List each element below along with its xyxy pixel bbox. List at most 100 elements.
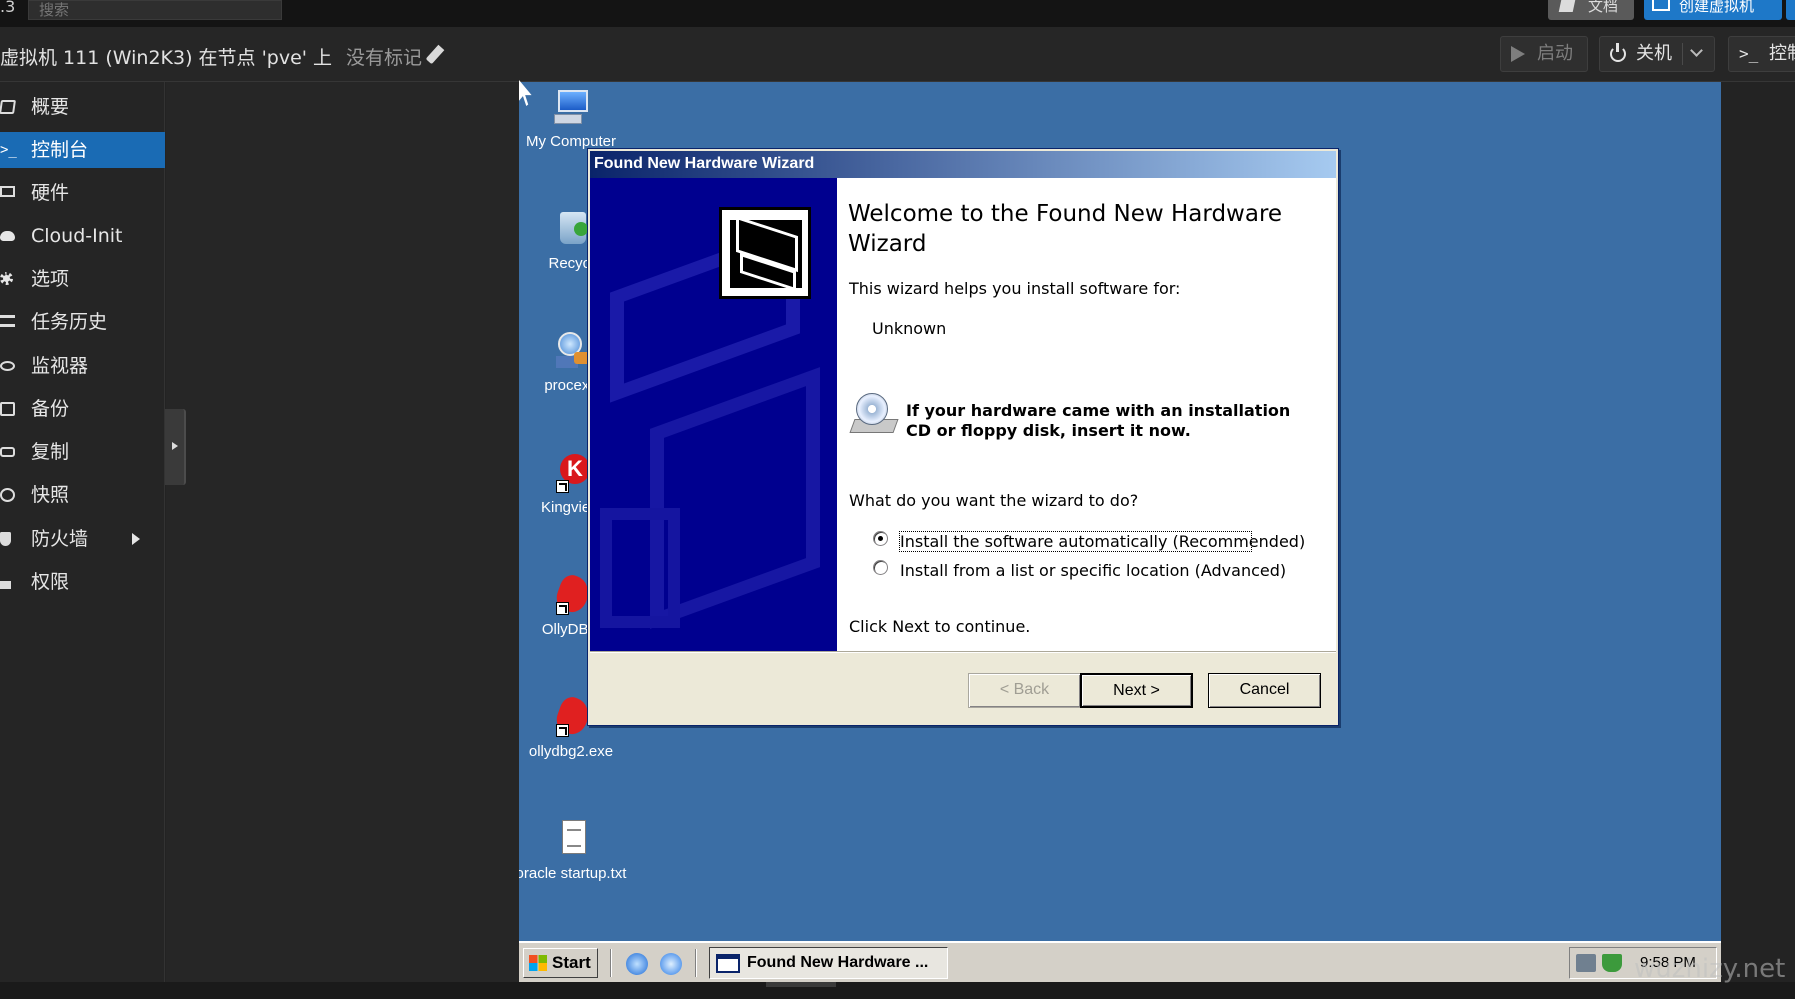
sidebar-item-backup[interactable]: 备份 [0, 391, 165, 427]
sidebar-item-hardware[interactable]: 硬件 [0, 175, 165, 211]
desktop-icon-label: oracle startup.txt [519, 865, 627, 882]
resize-handle[interactable] [766, 982, 836, 987]
start-button[interactable]: Start [523, 948, 598, 978]
sidebar-item-label: 权限 [31, 571, 70, 593]
back-button[interactable]: < Back [968, 673, 1081, 708]
sidebar-item-label: 备份 [31, 398, 70, 420]
vm-toolbar: 虚拟机 111 (Win2K3) 在节点 'pve' 上 没有标记 启动 关机 … [0, 27, 1795, 82]
shortcut-arrow-icon [556, 480, 569, 493]
internet-explorer-icon[interactable] [626, 953, 648, 975]
start-button[interactable]: 启动 [1500, 36, 1588, 72]
kingview-icon: K [550, 452, 592, 494]
sidebar-item-label: 概要 [31, 96, 70, 118]
search-input[interactable] [28, 0, 282, 20]
sidebar-item-label: 控制台 [31, 139, 89, 161]
sidebar-item-permissions[interactable]: 权限 [0, 564, 165, 600]
wizard-title: Found New Hardware Wizard [594, 155, 815, 172]
sidebar-item-cloud-init[interactable]: Cloud-Init [0, 218, 165, 254]
sidebar-collapse-handle[interactable] [165, 409, 186, 485]
console-right-margin [1721, 82, 1795, 982]
list-icon [0, 315, 15, 327]
chevron-right-icon[interactable] [132, 533, 140, 545]
shutdown-separator [1682, 43, 1683, 65]
create-vm-label: 创建虚拟机 [1679, 0, 1755, 15]
computer-icon [550, 86, 592, 128]
proxmox-app: .3 文档 创建虚拟机 虚拟机 111 (Win2K3) 在节点 'pve' 上… [0, 0, 1795, 999]
watermark: wuzhizy.net [1634, 954, 1786, 984]
sidebar-item-label: Cloud-Init [31, 225, 123, 247]
sidebar-item-firewall[interactable]: 防火墙 [0, 521, 165, 557]
shutdown-button[interactable]: 关机 [1599, 36, 1715, 72]
start-label: Start [552, 953, 591, 972]
browser-icon[interactable] [660, 953, 682, 975]
sidebar-item-summary[interactable]: 概要 [0, 89, 165, 125]
ollydbg-icon [550, 693, 594, 739]
sidebar-item-options[interactable]: 选项 [0, 261, 165, 297]
start-label: 启动 [1537, 43, 1573, 64]
desktop-icon [1652, 0, 1670, 11]
cloud-icon [0, 231, 15, 241]
text-file-icon [550, 818, 592, 860]
sidebar-item-replication[interactable]: 复制 [0, 434, 165, 470]
next-button[interactable]: Next > [1080, 673, 1193, 708]
cd-icon [849, 393, 899, 437]
option-install-from-list-label[interactable]: Install from a list or specific location… [900, 561, 1286, 580]
gear-icon [0, 272, 13, 285]
radio-install-automatically[interactable] [873, 531, 888, 546]
sidebar-item-label: 快照 [31, 484, 70, 506]
vm-title: 虚拟机 111 (Win2K3) 在节点 'pve' 上 [0, 47, 333, 69]
console-button[interactable]: >_ 控制 [1728, 36, 1795, 72]
terminal-icon: >_ [1739, 44, 1759, 63]
eye-icon [0, 361, 15, 371]
desktop-icon-oracle-startup[interactable]: oracle startup.txt [519, 818, 629, 883]
sidebar: 概要 >_ 控制台 硬件 Cloud-Init 选项 任务历史 监视器 备份 复… [0, 82, 165, 982]
docs-button[interactable]: 文档 [1548, 0, 1634, 20]
terminal-icon: >_ [0, 142, 17, 158]
desktop-icon-label: ollydbg2.exe [528, 743, 614, 760]
cd-notice: If your hardware came with an installati… [906, 401, 1291, 440]
taskbar-item-found-new-hardware[interactable]: Found New Hardware ... [709, 947, 948, 979]
sidebar-item-task-history[interactable]: 任务历史 [0, 304, 165, 340]
version-label: .3 [0, 0, 16, 16]
windows-taskbar: Start Found New Hardware ... 9:58 PM [519, 941, 1721, 982]
book-icon [0, 100, 16, 114]
arrow-right-icon [172, 442, 178, 450]
retweet-icon [0, 447, 15, 457]
shortcut-arrow-icon [556, 602, 569, 615]
sidebar-item-label: 监视器 [31, 355, 89, 377]
docs-label: 文档 [1588, 0, 1619, 15]
shortcut-arrow-icon [556, 724, 569, 737]
shield-icon [0, 532, 11, 546]
power-icon [1610, 43, 1626, 62]
monitor-icon [0, 186, 15, 197]
history-icon [0, 488, 15, 502]
shutdown-label: 关机 [1636, 43, 1672, 64]
floppy-icon [0, 402, 15, 416]
option-install-automatically-label[interactable]: Install the software automatically (Reco… [900, 532, 1305, 551]
wizard-titlebar[interactable]: Found New Hardware Wizard [590, 151, 1336, 178]
sidebar-item-console[interactable]: >_ 控制台 [0, 132, 165, 168]
bottom-strip [0, 982, 1795, 999]
sidebar-item-snapshots[interactable]: 快照 [0, 477, 165, 513]
mouse-cursor-icon [518, 80, 538, 110]
sidebar-item-label: 硬件 [31, 182, 70, 204]
ollydbg-icon [550, 571, 594, 617]
taskbar-separator [695, 949, 697, 977]
security-shield-icon[interactable] [1602, 954, 1622, 972]
chevron-down-icon[interactable] [1690, 44, 1703, 57]
recycle-bin-icon [550, 208, 592, 250]
create-ct-button[interactable] [1786, 0, 1795, 20]
window-icon [716, 954, 740, 973]
pencil-icon[interactable] [425, 44, 445, 65]
create-vm-button[interactable]: 创建虚拟机 [1644, 0, 1782, 20]
network-icon[interactable] [1576, 954, 1596, 972]
sidebar-item-monitor[interactable]: 监视器 [0, 348, 165, 384]
unlock-icon [0, 581, 11, 589]
sidebar-item-label: 复制 [31, 441, 70, 463]
taskbar-separator [610, 949, 612, 977]
sidebar-item-label: 防火墙 [31, 528, 89, 550]
cancel-button[interactable]: Cancel [1208, 673, 1321, 708]
play-icon [1511, 46, 1525, 62]
radio-install-from-list[interactable] [873, 560, 888, 575]
continue-hint: Click Next to continue. [849, 617, 1031, 636]
